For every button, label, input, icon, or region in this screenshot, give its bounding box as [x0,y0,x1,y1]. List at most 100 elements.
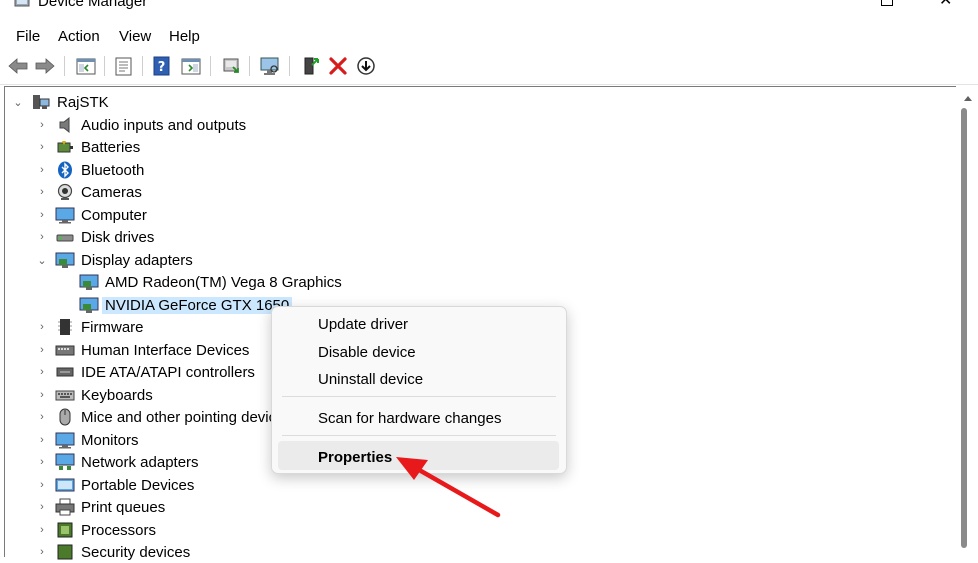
expand-chevron-icon[interactable]: › [37,321,47,333]
tree-category-computer[interactable]: › Computer [37,204,147,226]
tree-device-amd-radeon[interactable]: AMD Radeon(TM) Vega 8 Graphics [79,271,342,293]
tree-category-processors[interactable]: › Processors [37,519,156,541]
tree-category-label: Firmware [81,318,144,336]
tree-category-firmware[interactable]: › Firmware [37,316,144,338]
tree-category-bluetooth[interactable]: › Bluetooth [37,159,144,181]
tree-category-label: Bluetooth [81,161,145,179]
menu-view[interactable]: View [119,28,151,45]
toolbar-separator [142,56,143,76]
expand-chevron-icon[interactable]: › [37,209,47,221]
toolbar: ? [0,52,978,80]
expand-chevron-icon[interactable]: › [37,344,47,356]
expand-chevron-icon[interactable]: › [37,411,47,423]
tree-category-label: Computer [81,206,147,224]
collapse-chevron-icon[interactable]: ⌄ [37,254,47,267]
keyboard-icon [55,386,75,404]
expand-chevron-icon[interactable]: › [37,141,47,153]
tree-root-label: RajSTK [57,93,109,111]
expand-chevron-icon[interactable]: › [37,164,47,176]
expand-chevron-icon[interactable]: › [37,389,47,401]
maximize-button[interactable] [881,0,893,6]
tree-category-network-adapters[interactable]: › Network adapters [37,451,199,473]
scan-hardware-icon[interactable] [259,55,281,77]
toolbar-separator [289,56,290,76]
tree-category-label: Portable Devices [81,476,195,494]
security-icon [55,543,75,561]
tree-category-mice[interactable]: › Mice and other pointing devices [37,406,292,428]
tree-category-label: Audio inputs and outputs [81,116,247,134]
menu-bar: File Action View Help [0,26,978,48]
menu-help[interactable]: Help [169,28,200,45]
device-manager-app-icon [14,0,30,7]
action-pane-icon[interactable] [180,55,202,77]
tree-root[interactable]: ⌄ RajSTK [13,91,109,113]
expand-chevron-icon[interactable]: › [37,524,47,536]
speaker-icon [55,116,75,134]
tree-category-label: Print queues [81,498,166,516]
menu-item-properties[interactable]: Properties [318,449,392,466]
tree-category-hid[interactable]: › Human Interface Devices [37,339,249,361]
menu-action[interactable]: Action [58,28,100,45]
expand-chevron-icon[interactable]: › [37,434,47,446]
menu-item-update-driver[interactable]: Update driver [318,316,408,333]
properties-icon[interactable] [113,55,135,77]
show-hide-console-tree-icon[interactable] [75,55,97,77]
display-adapter-icon [55,251,75,269]
tree-category-keyboards[interactable]: › Keyboards [37,384,153,406]
menu-file[interactable]: File [16,28,40,45]
forward-icon[interactable] [34,55,56,77]
tree-category-batteries[interactable]: › Batteries [37,136,140,158]
update-driver-icon[interactable] [220,55,242,77]
tree-device-nvidia-gtx1650[interactable]: NVIDIA GeForce GTX 1650 [79,294,293,316]
tree-category-portable-devices[interactable]: › Portable Devices [37,474,194,496]
tree-category-print-queues[interactable]: › Print queues [37,496,165,518]
menu-separator [282,396,556,397]
tree-category-security-devices[interactable]: › Security devices [37,541,190,563]
tree-category-label: Human Interface Devices [81,341,250,359]
menu-item-scan-hardware-changes[interactable]: Scan for hardware changes [318,410,501,427]
vertical-scrollbar[interactable] [956,86,978,550]
tree-category-label: Network adapters [81,453,199,471]
help-icon[interactable]: ? [151,55,173,77]
expand-chevron-icon[interactable]: › [37,546,47,558]
tree-category-label: IDE ATA/ATAPI controllers [81,363,255,381]
menu-item-disable-device[interactable]: Disable device [318,344,416,361]
tree-category-monitors[interactable]: › Monitors [37,429,139,451]
menu-item-uninstall-device[interactable]: Uninstall device [318,371,423,388]
portable-device-icon [55,476,75,494]
title-bar: Device Manager ✕ [0,0,978,20]
expand-chevron-icon[interactable]: › [37,456,47,468]
expand-chevron-icon[interactable]: › [37,479,47,491]
computer-icon [55,206,75,224]
tree-category-label: Cameras [81,183,142,201]
context-menu: Update driver Disable device Uninstall d… [271,306,567,474]
toolbar-divider [0,84,978,85]
expand-chevron-icon[interactable]: › [37,501,47,513]
expand-chevron-icon[interactable]: › [37,231,47,243]
tree-category-disk-drives[interactable]: › Disk drives [37,226,154,248]
scrollbar-thumb[interactable] [961,108,967,548]
camera-icon [55,183,75,201]
tree-category-label: Keyboards [81,386,153,404]
enable-device-icon[interactable] [300,55,322,77]
disable-device-icon[interactable] [355,55,377,77]
expand-chevron-icon[interactable]: › [37,186,47,198]
tree-category-ide[interactable]: › IDE ATA/ATAPI controllers [37,361,255,383]
scroll-up-arrow-icon[interactable] [964,96,972,101]
expand-chevron-icon[interactable]: › [37,119,47,131]
tree-category-label: Monitors [81,431,139,449]
close-button[interactable]: ✕ [939,0,952,9]
tree-category-label: Processors [81,521,157,539]
expand-chevron-icon[interactable]: › [37,366,47,378]
processor-icon [55,521,75,539]
tree-category-cameras[interactable]: › Cameras [37,181,142,203]
display-adapter-icon [79,273,99,291]
display-adapter-icon [79,296,99,314]
monitor-icon [55,431,75,449]
collapse-chevron-icon[interactable]: ⌄ [13,96,23,109]
tree-category-audio[interactable]: › Audio inputs and outputs [37,114,246,136]
back-icon[interactable] [7,55,29,77]
uninstall-device-icon[interactable] [327,55,349,77]
tree-category-display-adapters[interactable]: ⌄ Display adapters [37,249,192,271]
battery-icon [55,138,75,156]
